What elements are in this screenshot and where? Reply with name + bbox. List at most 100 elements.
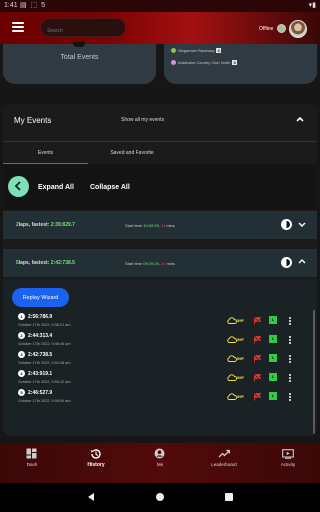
flag-icon[interactable] <box>253 316 262 325</box>
lap-row[interactable]: 5 2:46:527.9 October 17th 2022, 9:56:59 … <box>3 389 317 408</box>
lap-time: 2:43:919.1 <box>28 371 53 377</box>
tracks-card[interactable]: Singamian Raceway 4 Autobahn Country Clu… <box>164 44 317 84</box>
cloud-icon <box>227 374 237 381</box>
lap-number: 5 <box>18 389 25 396</box>
event-summary: 5laps, fastest: 2:42:738.5 <box>16 260 75 266</box>
track-dot-icon <box>171 48 176 53</box>
total-events-label: Total Events <box>60 54 99 61</box>
lap-time: 2:44:313.4 <box>28 333 53 339</box>
lap-badge: L <box>269 373 277 381</box>
chevron-down-icon[interactable] <box>298 220 306 228</box>
lap-time: 2:42:738.5 <box>28 352 53 358</box>
event-start: Start time 10:59:59, 11 mins <box>125 223 175 228</box>
nav-label: Dash <box>26 462 38 467</box>
collapse-all-button[interactable]: Collapse All <box>90 184 130 191</box>
fastest-time: 2:39:829.7 <box>50 222 75 228</box>
flag-icon[interactable] <box>253 392 262 401</box>
lap-date: October 17th 2022, 9:51:28 am <box>18 361 71 365</box>
nav-dash[interactable]: Dash <box>0 443 64 483</box>
account-icon <box>154 448 165 459</box>
lap-number: 4 <box>18 370 25 377</box>
nav-label: Activity <box>280 462 296 467</box>
event-summary: 2laps, fastest: 2:39:829.7 <box>16 222 75 228</box>
timer-icon[interactable] <box>281 257 292 268</box>
back-button[interactable] <box>8 176 29 197</box>
temperature: 59F <box>237 375 244 380</box>
cloud-icon <box>227 355 237 362</box>
recent-apps-icon[interactable] <box>225 493 233 501</box>
nav-activity[interactable]: Activity <box>256 443 320 483</box>
more-options-icon[interactable] <box>289 374 292 383</box>
more-options-icon[interactable] <box>289 317 292 326</box>
flag-icon[interactable] <box>253 373 262 382</box>
total-events-card[interactable]: Total Events <box>3 42 156 84</box>
track-count: 3 <box>232 60 237 65</box>
flag-icon[interactable] <box>253 335 262 344</box>
nav-me[interactable]: Me <box>128 443 192 483</box>
lap-row[interactable]: 3 2:42:738.5 October 17th 2022, 9:51:28 … <box>3 351 317 370</box>
track-count: 4 <box>216 48 221 53</box>
tab-events[interactable]: Events <box>3 142 88 164</box>
chevron-left-icon <box>14 181 21 191</box>
lap-row[interactable]: 4 2:43:919.1 October 17th 2022, 9:54:12 … <box>3 370 317 389</box>
event-row[interactable]: 5laps, fastest: 2:42:738.5 Start time 09… <box>3 249 317 277</box>
avatar[interactable] <box>289 20 307 38</box>
lap-date: October 17th 2022, 9:54:12 am <box>18 380 71 384</box>
show-all-toggle[interactable]: Show all my events <box>121 117 164 123</box>
count-stub <box>73 42 85 47</box>
activity-icon <box>282 449 294 459</box>
fastest-time: 2:42:738.5 <box>50 260 75 266</box>
track-dot-icon <box>171 60 176 65</box>
battery-icon: ▾▮ <box>308 2 316 9</box>
lap-number: 3 <box>18 351 25 358</box>
chevron-up-icon[interactable] <box>295 114 305 124</box>
lap-date: October 17th 2022, 9:56:59 am <box>18 399 71 403</box>
lap-row[interactable]: 1 2:56:786.9 October 17th 2022, 9:36:21 … <box>3 313 317 332</box>
trending-icon <box>218 449 230 458</box>
bottom-nav: Dash History Me Leaderboard Activity <box>0 443 320 483</box>
search-box[interactable] <box>40 18 126 40</box>
status-time: 1:41 <box>4 2 18 9</box>
lap-date: October 17th 2022, 9:36:21 am <box>18 323 71 327</box>
nav-history[interactable]: History <box>64 443 128 483</box>
lap-number: 2 <box>18 332 25 339</box>
nav-label: Leaderboard <box>211 462 237 467</box>
lap-badge: L <box>269 316 277 324</box>
track-item: Singamian Raceway 4 <box>171 48 221 53</box>
event-row[interactable]: 2laps, fastest: 2:39:829.7 Start time 10… <box>3 211 317 239</box>
lap-badge: L <box>269 392 277 400</box>
nav-leaderboard[interactable]: Leaderboard <box>192 443 256 483</box>
lap-time: 2:46:527.9 <box>28 390 53 396</box>
lap-time: 2:56:786.9 <box>28 314 53 320</box>
events-tabs: Events Saved and Favorite <box>3 141 317 164</box>
timer-icon[interactable] <box>281 219 292 230</box>
nav-label: History <box>87 462 105 468</box>
history-icon <box>91 449 101 459</box>
event-start: Start time 09:39:26, 21 mins <box>125 261 175 266</box>
temperature: 59F <box>237 394 244 399</box>
start-time: 09:39:26 <box>143 261 159 266</box>
dashboard-icon <box>26 448 37 459</box>
chevron-up-icon[interactable] <box>298 258 306 266</box>
track-name: Autobahn Country Club North <box>178 60 231 65</box>
flag-icon[interactable] <box>253 354 262 363</box>
back-icon[interactable] <box>88 493 94 501</box>
tab-saved-favorite[interactable]: Saved and Favorite <box>88 142 176 164</box>
search-input[interactable] <box>41 22 125 40</box>
more-options-icon[interactable] <box>289 393 292 402</box>
home-icon[interactable] <box>156 493 164 501</box>
start-label: Start time <box>125 223 144 228</box>
replay-wizard-button[interactable]: Replay Wizard <box>12 288 69 307</box>
status-bar: 1:41 ▤ ⬚ 5 ▾▮ <box>0 0 320 12</box>
fastest-label: laps, fastest: <box>18 222 51 228</box>
scrollbar[interactable] <box>313 310 315 434</box>
more-options-icon[interactable] <box>289 355 292 364</box>
lap-row[interactable]: 2 2:44:313.4 October 17th 2022, 9:46:46 … <box>3 332 317 351</box>
connection-status: Offline <box>259 26 274 32</box>
menu-icon[interactable] <box>12 22 24 32</box>
temperature: 59F <box>237 356 244 361</box>
expand-all-button[interactable]: Expand All <box>38 184 74 191</box>
cloud-icon <box>227 317 237 324</box>
cloud-icon <box>227 393 237 400</box>
more-options-icon[interactable] <box>289 336 292 345</box>
